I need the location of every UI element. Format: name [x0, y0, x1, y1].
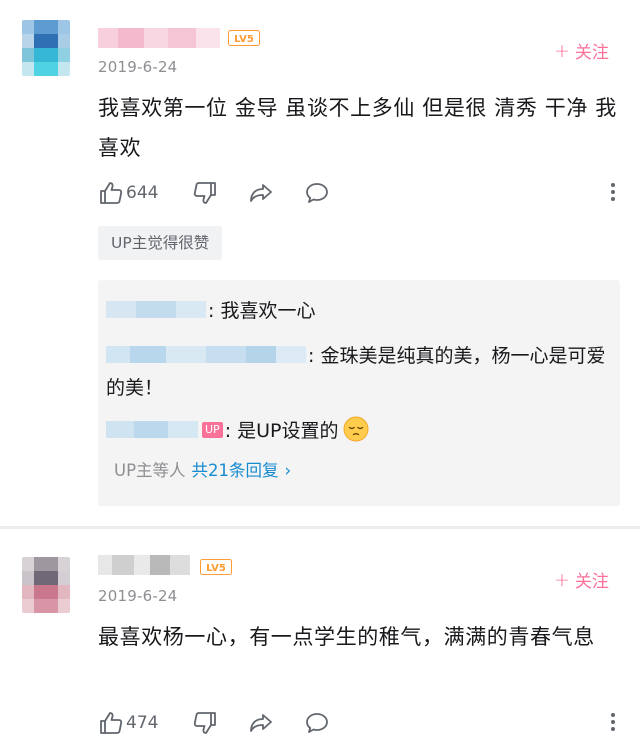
- reply-summary-prefix: UP主等人: [114, 461, 186, 480]
- share-button[interactable]: [248, 180, 274, 206]
- like-button[interactable]: 474: [98, 710, 158, 736]
- level-badge: LV5: [200, 559, 232, 575]
- reply-username-blurred[interactable]: [106, 301, 206, 318]
- dislike-button[interactable]: [192, 180, 218, 206]
- thumbs-down-icon: [193, 182, 216, 204]
- follow-button[interactable]: + 关注: [554, 38, 609, 64]
- svg-text:LV5: LV5: [234, 34, 254, 45]
- reply-text: 我喜欢一心: [220, 300, 316, 322]
- share-button[interactable]: [248, 710, 274, 736]
- chevron-right-icon: ›: [284, 461, 292, 480]
- thumbs-up-icon: [100, 182, 123, 204]
- username-blurred[interactable]: [98, 28, 220, 48]
- reply-button[interactable]: [304, 710, 330, 736]
- like-button[interactable]: 644: [98, 180, 158, 206]
- comment-content: 最喜欢杨一心，有一点学生的稚气，满满的青春气息: [98, 625, 595, 649]
- reply-item[interactable]: : 金珠美是纯真的美，杨一心是可爱的美！: [106, 340, 606, 404]
- plus-icon: +: [554, 568, 570, 591]
- comment-actions: 644: [98, 180, 628, 206]
- reply-item[interactable]: : 我喜欢一心: [106, 294, 606, 328]
- reply-item[interactable]: UP: 是UP设置的: [106, 414, 606, 448]
- comment-content: 我喜欢第一位 金导 虽谈不上多仙 但是很 清秀 干净 我喜欢: [98, 96, 617, 160]
- like-count: 474: [126, 713, 159, 733]
- up-badge: UP: [202, 421, 223, 438]
- like-count: 644: [126, 183, 159, 203]
- up-liked-tag: UP主觉得很赞: [98, 226, 223, 260]
- svg-text:LV5: LV5: [206, 563, 226, 574]
- reply-button[interactable]: [304, 180, 330, 206]
- dislike-button[interactable]: [192, 710, 218, 736]
- reply-text: 是UP设置的: [237, 420, 339, 442]
- comment-date: 2019-6-24: [98, 587, 178, 605]
- comment-item: LV5 2019-6-24 + 关注 我喜欢第一位 金导 虽谈不上多仙 但是很 …: [0, 0, 640, 526]
- avatar[interactable]: [22, 20, 70, 76]
- reply-username-blurred[interactable]: [106, 346, 306, 363]
- more-vertical-icon[interactable]: [610, 710, 616, 734]
- comment-icon: [306, 183, 328, 203]
- view-all-replies-link[interactable]: UP主等人 共21条回复 ›: [114, 457, 291, 481]
- follow-label: 关注: [574, 43, 609, 63]
- comment-date: 2019-6-24: [98, 58, 178, 76]
- pensive-face-icon: [343, 416, 369, 441]
- comment-item: LV5 2019-6-24 + 关注 最喜欢杨一心，有一点学生的稚气，满满的青春…: [0, 529, 640, 756]
- follow-label: 关注: [574, 572, 609, 592]
- thumbs-up-icon: [100, 712, 123, 734]
- follow-button[interactable]: + 关注: [554, 567, 609, 593]
- reply-preview-box[interactable]: : 我喜欢一心 : 金珠美是纯真的美，杨一心是可爱的美！ UP: 是UP设置的: [98, 280, 620, 506]
- thumbs-down-icon: [193, 712, 216, 734]
- level-badge: LV5: [228, 30, 260, 46]
- share-icon: [250, 714, 272, 732]
- more-vertical-icon[interactable]: [610, 180, 616, 204]
- comment-icon: [306, 713, 328, 733]
- reply-username-blurred[interactable]: [106, 421, 198, 438]
- reply-count-link[interactable]: 共21条回复: [192, 461, 279, 480]
- avatar[interactable]: [22, 557, 70, 613]
- comment-actions: 474: [98, 710, 628, 736]
- username-blurred[interactable]: [98, 555, 190, 575]
- share-icon: [250, 184, 272, 202]
- plus-icon: +: [554, 39, 570, 62]
